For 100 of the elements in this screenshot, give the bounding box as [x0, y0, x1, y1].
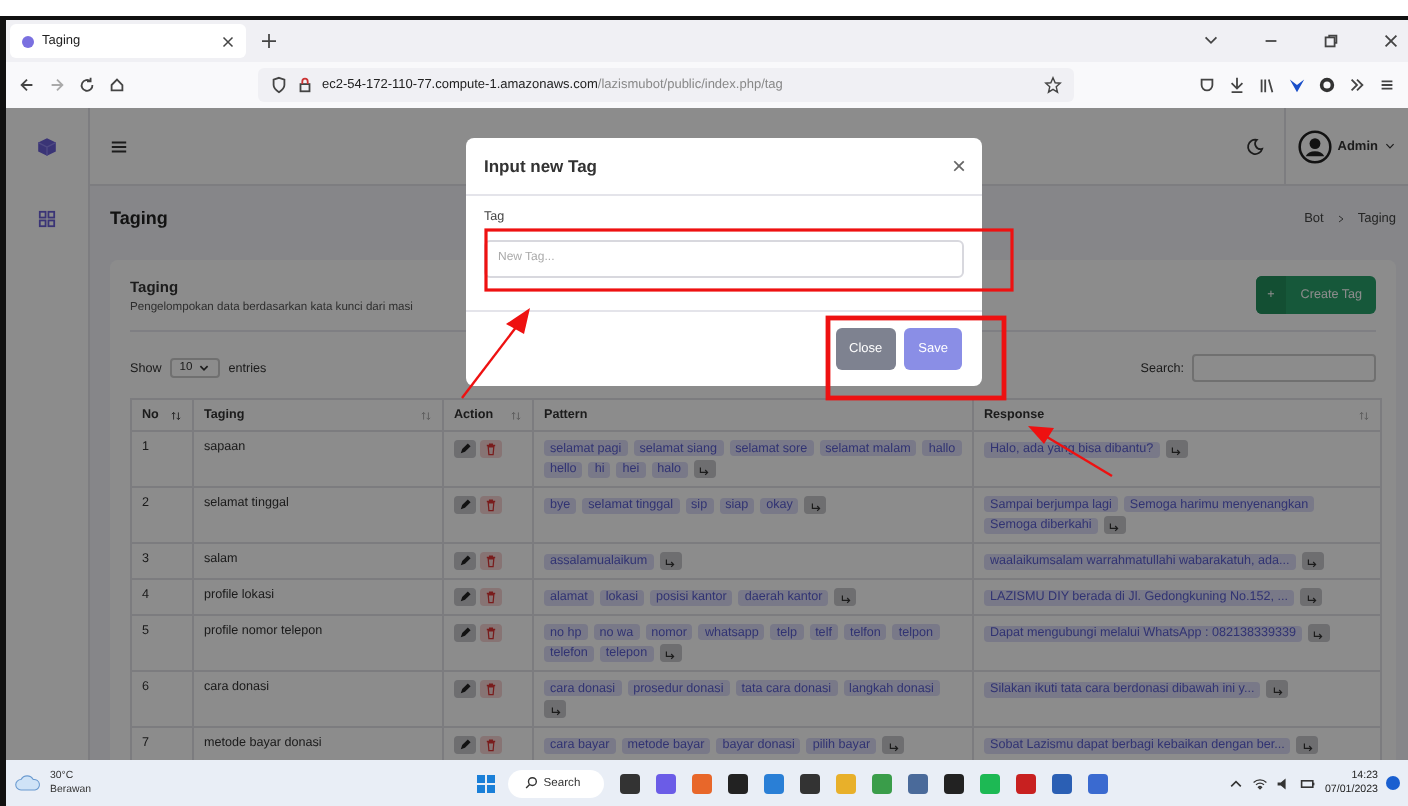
close-icon[interactable] [1382, 32, 1400, 50]
caret-icon[interactable] [1384, 140, 1396, 152]
edit-button[interactable] [454, 552, 476, 570]
sort-icon [420, 409, 432, 421]
menu-icon[interactable] [110, 137, 128, 155]
arrow [461, 308, 530, 399]
page-title: Taging [110, 208, 168, 228]
return-arrow-icon [1312, 627, 1325, 639]
return-arrow-icon [1301, 739, 1314, 751]
cloud-icon [14, 774, 42, 792]
pencil-icon [458, 682, 472, 696]
trash-icon [484, 738, 498, 752]
return-arrow-icon [839, 591, 852, 603]
return-arrow-icon [809, 499, 822, 511]
return-arrow-icon [1306, 555, 1319, 567]
add-pattern-button[interactable] [882, 736, 905, 754]
add-pattern-button[interactable] [693, 460, 716, 478]
pocket-icon[interactable] [1198, 76, 1216, 94]
notification-badge[interactable] [1386, 776, 1400, 790]
windows-start-icon[interactable] [475, 773, 496, 793]
trash-icon [484, 682, 498, 696]
circle-extension-icon[interactable] [1318, 76, 1336, 94]
delete-button[interactable] [480, 588, 502, 606]
back-icon[interactable] [18, 76, 36, 94]
restore-icon[interactable] [1322, 32, 1340, 50]
add-response-button[interactable] [1266, 680, 1289, 698]
cube-logo-icon[interactable] [36, 136, 58, 158]
edit-button[interactable] [454, 440, 476, 458]
add-response-button[interactable] [1307, 624, 1330, 642]
reload-icon[interactable] [78, 76, 96, 94]
edit-button[interactable] [454, 736, 476, 754]
caret-icon [198, 362, 211, 374]
search-icon [523, 776, 538, 790]
add-response-button[interactable] [1300, 588, 1322, 606]
sort-icon [170, 409, 182, 421]
dashboard-grid-icon[interactable] [38, 210, 56, 228]
lock-icon [296, 76, 314, 94]
app-icon[interactable] [944, 773, 965, 793]
wifi-icon[interactable] [1252, 775, 1269, 791]
more-tools-icon[interactable] [1348, 76, 1366, 94]
delete-button[interactable] [480, 624, 502, 642]
app-icon[interactable] [620, 773, 641, 793]
new-tab-icon[interactable] [262, 34, 276, 48]
return-arrow-icon [664, 647, 677, 659]
chevron-right-icon [1335, 213, 1346, 223]
modal-title: Input new Tag [484, 156, 598, 176]
chevron-down-icon[interactable] [1202, 32, 1220, 50]
menu-icon[interactable] [1378, 76, 1396, 94]
return-arrow-icon [1305, 591, 1317, 603]
close-button[interactable]: × [951, 154, 966, 178]
add-response-button[interactable] [1301, 552, 1324, 570]
delete-button[interactable] [480, 680, 502, 698]
add-pattern-button[interactable] [834, 588, 857, 606]
favicon-icon [22, 35, 34, 47]
library-icon[interactable] [1258, 76, 1276, 94]
chevron-up-icon[interactable] [1228, 775, 1245, 791]
add-response-button[interactable] [1103, 516, 1126, 534]
trash-icon [484, 442, 498, 456]
return-arrow-icon [698, 463, 711, 475]
pencil-icon [458, 626, 472, 640]
star-icon[interactable] [1044, 76, 1062, 94]
return-arrow-icon [549, 703, 561, 715]
add-pattern-button[interactable] [804, 496, 827, 514]
app-icon[interactable] [800, 773, 821, 793]
edit-button[interactable] [454, 588, 476, 606]
trash-icon [484, 626, 498, 640]
edit-button[interactable] [454, 624, 476, 642]
return-arrow-icon [887, 739, 900, 751]
trash-icon [484, 554, 498, 568]
battery-icon[interactable] [1300, 775, 1317, 791]
edit-button[interactable] [454, 496, 476, 514]
extension-icon[interactable] [1288, 76, 1306, 94]
add-pattern-button[interactable] [659, 644, 682, 662]
return-arrow-icon [664, 555, 677, 567]
add-pattern-button[interactable] [659, 552, 682, 570]
edit-button[interactable] [454, 680, 476, 698]
sort-icon [1358, 409, 1370, 421]
pencil-icon [458, 498, 472, 512]
return-arrow-icon [1170, 443, 1183, 455]
return-arrow-icon [1108, 519, 1121, 531]
sort-icon [510, 409, 522, 421]
shield-icon [270, 76, 288, 94]
download-icon[interactable] [1228, 76, 1246, 94]
add-pattern-button[interactable] [544, 700, 566, 718]
close-tab-icon[interactable] [222, 35, 234, 47]
add-response-button[interactable] [1165, 440, 1188, 458]
avatar-icon[interactable] [1297, 129, 1332, 163]
app-icon[interactable] [728, 773, 749, 793]
moon-icon[interactable] [1245, 137, 1264, 155]
pencil-icon [458, 738, 472, 752]
delete-button[interactable] [480, 440, 502, 458]
delete-button[interactable] [480, 736, 502, 754]
pencil-icon [458, 590, 472, 604]
home-icon[interactable] [108, 76, 126, 94]
delete-button[interactable] [480, 552, 502, 570]
delete-button[interactable] [480, 496, 502, 514]
add-response-button[interactable] [1296, 736, 1319, 754]
pencil-icon [458, 442, 472, 456]
search-field[interactable] [1192, 354, 1376, 382]
trash-icon [484, 590, 498, 604]
